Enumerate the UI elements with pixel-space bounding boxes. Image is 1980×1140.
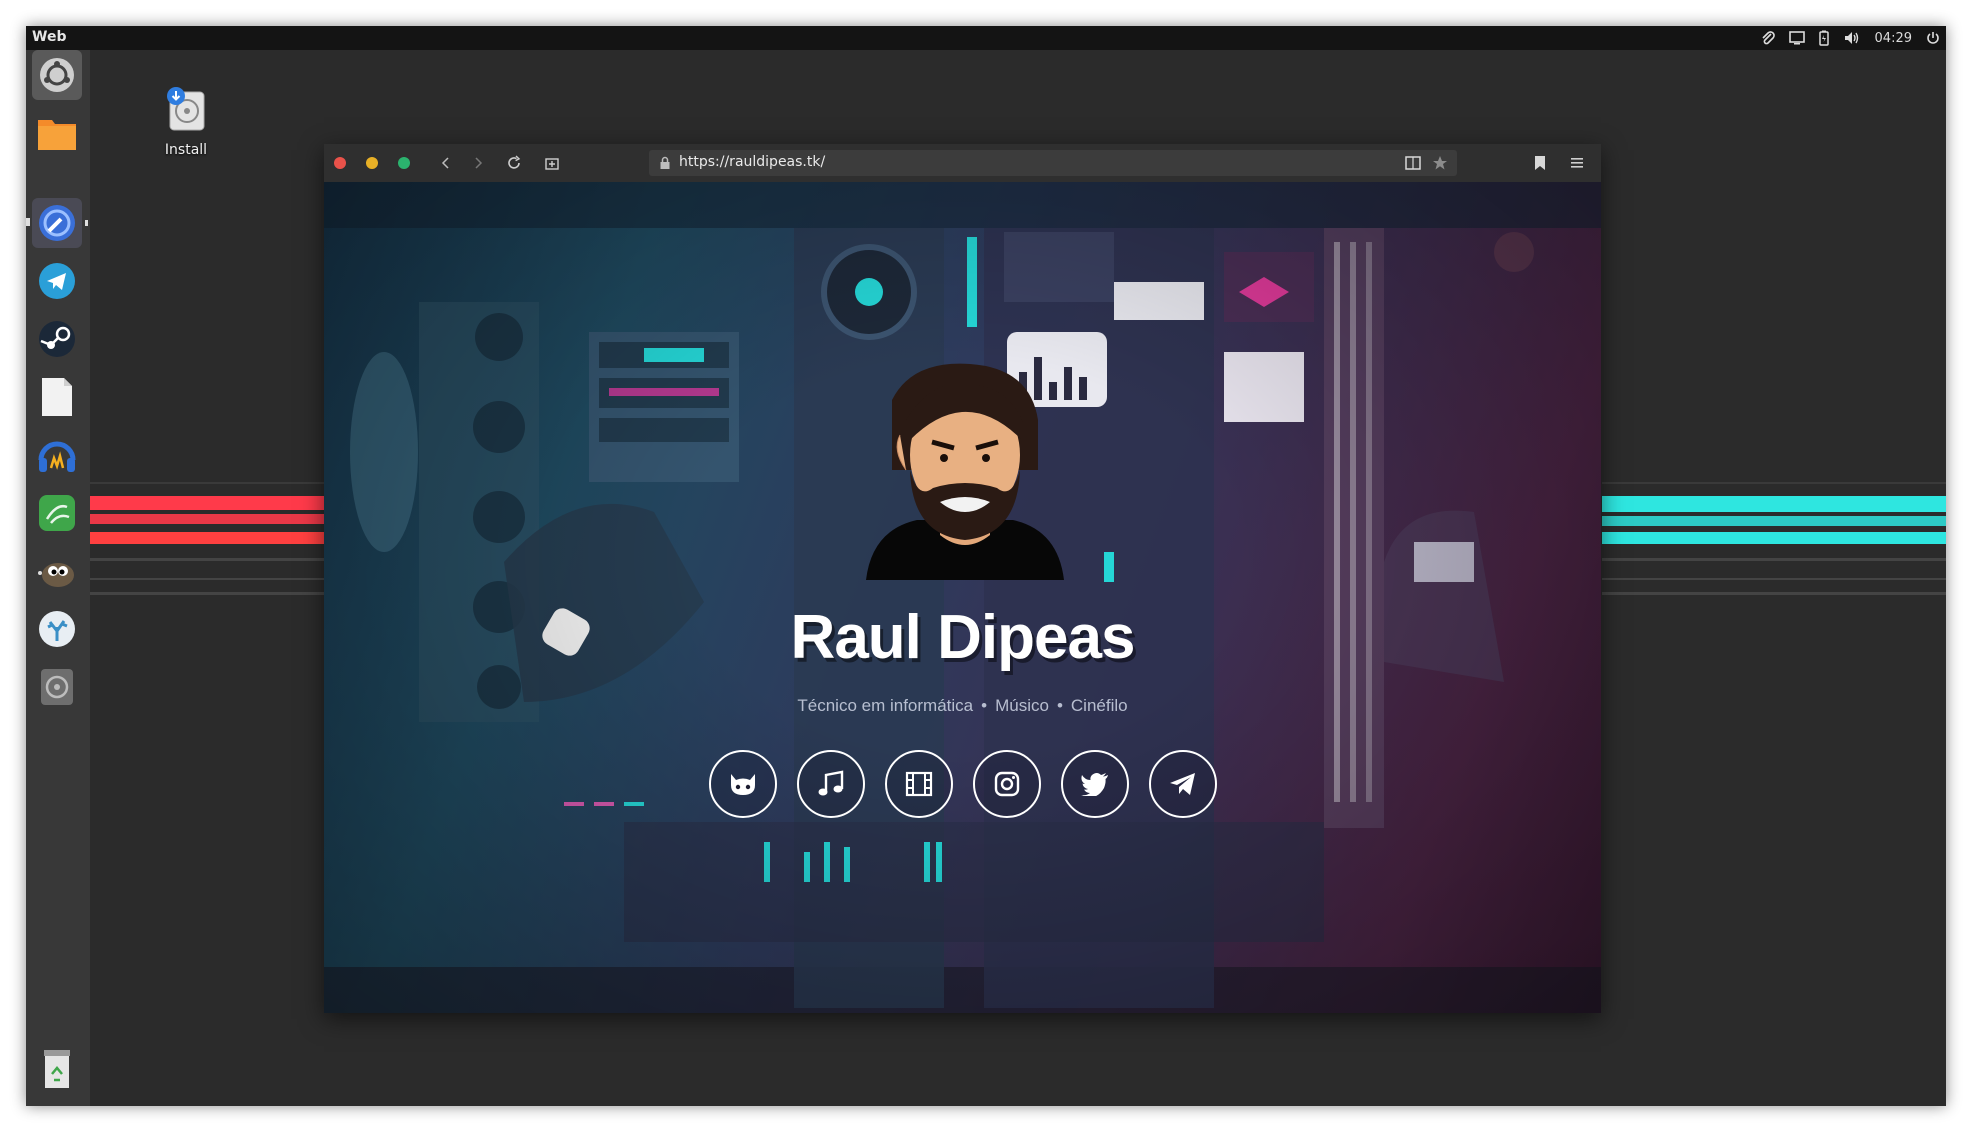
- film-icon: [905, 771, 933, 797]
- page-title: Raul Dipeas: [790, 603, 1136, 672]
- minimize-button[interactable]: [366, 157, 378, 169]
- desktop-screen: Web 04:29 Install https://rauldipeas.tk/…: [26, 26, 1946, 1106]
- launcher-focus-pip: [85, 220, 88, 226]
- close-button[interactable]: [334, 157, 346, 169]
- tagline-item: Músico: [995, 696, 1049, 715]
- power-icon[interactable]: [1926, 31, 1940, 45]
- music-link[interactable]: [797, 750, 865, 818]
- files-icon[interactable]: [32, 108, 82, 158]
- instagram-icon: [994, 771, 1020, 797]
- install-desktop-icon[interactable]: Install: [136, 86, 236, 158]
- volume-icon[interactable]: [1843, 30, 1861, 46]
- forward-button[interactable]: [468, 153, 488, 173]
- display-icon[interactable]: [1788, 31, 1805, 45]
- vignette-overlay: [324, 182, 1601, 1013]
- address-bar[interactable]: https://rauldipeas.tk/: [649, 150, 1457, 176]
- gimp-icon[interactable]: [32, 546, 82, 596]
- launcher-running-pip: [26, 218, 30, 226]
- launcher: [26, 50, 90, 1106]
- text-editor-icon[interactable]: [32, 372, 82, 422]
- active-app-name: Web: [32, 29, 67, 45]
- hamburger-icon: [1571, 158, 1583, 168]
- instagram-link[interactable]: [973, 750, 1041, 818]
- music-icon: [818, 770, 844, 796]
- bookmarks-button[interactable]: [1530, 153, 1550, 173]
- coral-icon[interactable]: [32, 604, 82, 654]
- audacity-icon[interactable]: [32, 430, 82, 480]
- twitter-link[interactable]: [1061, 750, 1129, 818]
- back-button[interactable]: [436, 153, 456, 173]
- reader-mode-icon[interactable]: [1405, 156, 1421, 170]
- web-browser-icon[interactable]: [32, 198, 82, 248]
- chevron-right-icon: [475, 157, 483, 169]
- avatar: [866, 363, 1064, 580]
- browser-window: https://rauldipeas.tk/ Raul Dipeas Técni…: [324, 144, 1601, 1013]
- install-label: Install: [164, 142, 208, 158]
- disc-icon[interactable]: [32, 662, 82, 712]
- tagline-item: Cinéfilo: [1070, 696, 1128, 715]
- tagline-separator: •: [981, 696, 988, 715]
- social-links: [709, 750, 1219, 820]
- paperclip-icon[interactable]: [1761, 30, 1775, 46]
- bookmark-icon: [1535, 156, 1545, 170]
- trash-icon[interactable]: [32, 1044, 82, 1094]
- tagline: Técnico em informática • Músico • Cinéfilo: [324, 696, 1601, 716]
- lock-icon: [660, 156, 670, 169]
- film-link[interactable]: [885, 750, 953, 818]
- star-icon[interactable]: [1432, 155, 1448, 171]
- maximize-button[interactable]: [398, 157, 410, 169]
- ubuntu-icon[interactable]: [32, 50, 82, 100]
- chevron-left-icon: [441, 157, 449, 169]
- browser-toolbar: https://rauldipeas.tk/: [324, 144, 1601, 182]
- clock[interactable]: 04:29: [1875, 31, 1912, 46]
- system-tray: 04:29: [1761, 26, 1940, 50]
- telegram-link[interactable]: [1149, 750, 1217, 818]
- tab-add-icon: [545, 158, 559, 170]
- new-tab-button[interactable]: [542, 153, 562, 173]
- github-icon: [731, 774, 755, 795]
- tweak-tool-icon[interactable]: [32, 488, 82, 538]
- tagline-separator: •: [1056, 696, 1063, 715]
- url-text: https://rauldipeas.tk/: [679, 154, 826, 170]
- telegram-icon: [1170, 773, 1195, 795]
- disc-install-icon: [167, 87, 205, 131]
- twitter-icon: [1081, 773, 1108, 796]
- page-content: Raul Dipeas Técnico em informática • Músic…: [324, 182, 1601, 1013]
- top-panel: Web 04:29: [26, 26, 1946, 50]
- steam-icon[interactable]: [32, 314, 82, 364]
- wallpaper-stripes-right: [1602, 482, 1946, 595]
- wallpaper-stripes-left: [90, 482, 350, 595]
- reload-icon: [508, 155, 521, 169]
- reload-button[interactable]: [504, 153, 524, 173]
- github-link[interactable]: [709, 750, 777, 818]
- menu-button[interactable]: [1568, 153, 1588, 173]
- telegram-icon[interactable]: [32, 256, 82, 306]
- tagline-item: Técnico em informática: [797, 696, 974, 715]
- battery-icon[interactable]: [1818, 30, 1829, 46]
